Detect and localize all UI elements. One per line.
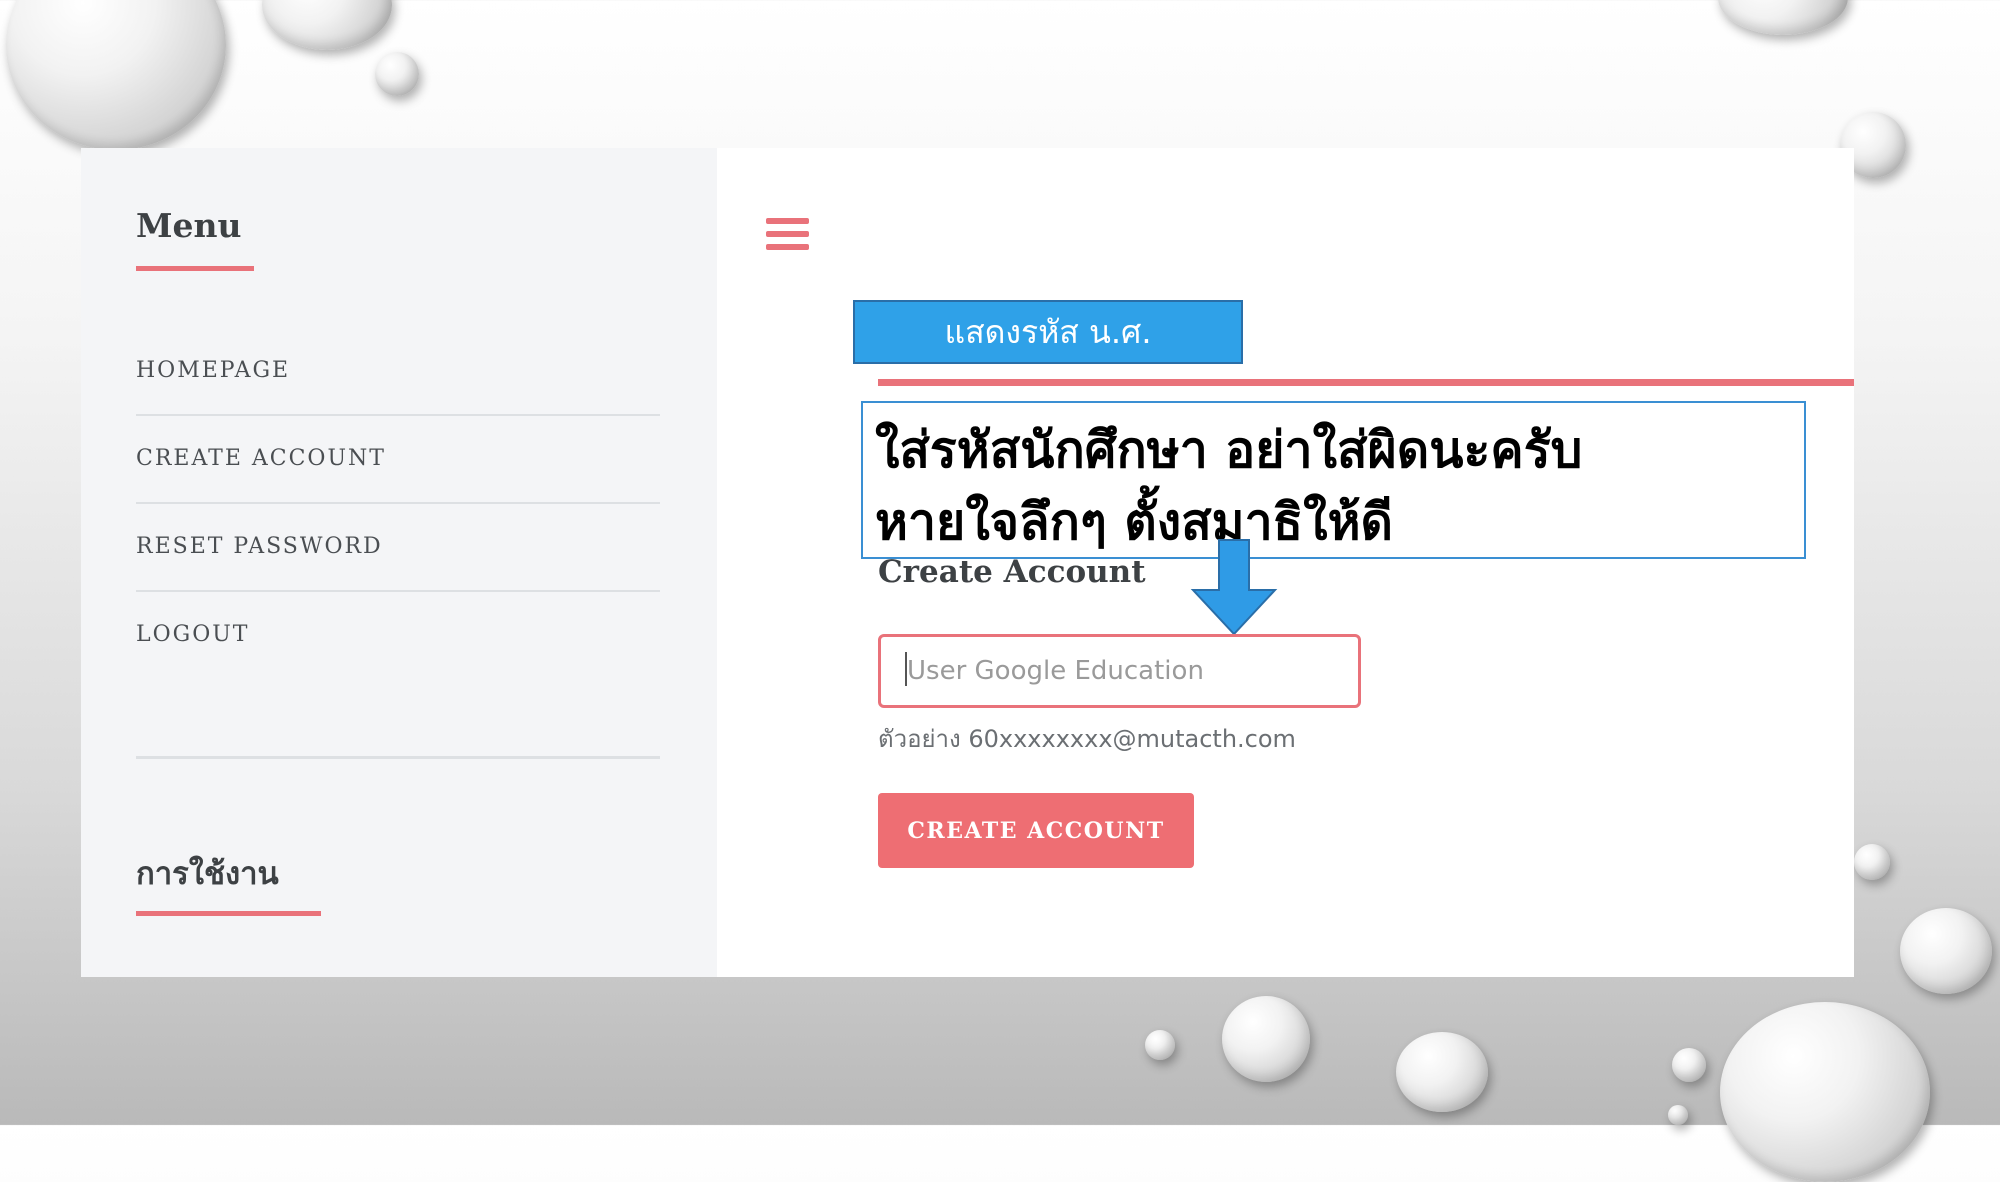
water-drop-decoration [1145,1030,1175,1060]
app-screenshot: Menu HOMEPAGE CREATE ACCOUNT RESET PASSW… [81,148,1854,977]
sidebar: Menu HOMEPAGE CREATE ACCOUNT RESET PASSW… [81,148,717,977]
water-drop-decoration [1222,996,1310,1082]
header-accent-rule [878,379,1854,386]
water-drop-decoration [1668,1105,1688,1125]
water-drop-decoration [262,0,392,50]
water-drop-decoration [6,0,226,150]
sidebar-divider [136,756,660,759]
sidebar-item-create-account[interactable]: CREATE ACCOUNT [136,416,660,504]
callout-line-1: ใส่รหัสนักศึกษา อย่าใส่ผิดนะครับ [875,421,1583,479]
sidebar-item-homepage[interactable]: HOMEPAGE [136,328,660,416]
sidebar-title: Menu [136,206,242,245]
text-cursor [905,652,907,686]
water-drop-decoration [1720,1002,1930,1182]
sidebar-item-label: LOGOUT [136,622,250,647]
student-id-label: แสดงรหัส น.ศ. [853,300,1243,364]
input-helper-text: ตัวอย่าง 60xxxxxxxx@mutacth.com [878,725,1296,753]
sidebar-item-reset-password[interactable]: RESET PASSWORD [136,504,660,592]
water-drop-decoration [1396,1032,1488,1112]
water-drop-decoration [1854,844,1890,880]
sidebar-item-label: HOMEPAGE [136,358,291,383]
hamburger-icon[interactable] [766,218,809,258]
create-account-button[interactable]: CREATE ACCOUNT [878,793,1194,868]
callout-line-2: หายใจลึกๆ ตั้งสมาธิให้ดี [875,493,1394,551]
water-drop-decoration [375,52,419,96]
email-input[interactable] [878,634,1361,708]
sidebar-item-logout[interactable]: LOGOUT [136,592,660,680]
sidebar-title-underline [136,266,254,271]
sidebar-item-label: CREATE ACCOUNT [136,446,386,471]
sidebar-item-label: RESET PASSWORD [136,534,383,559]
instruction-callout: ใส่รหัสนักศึกษา อย่าใส่ผิดนะครับ หายใจลึ… [861,401,1806,559]
water-drop-decoration [1900,908,1992,994]
water-drop-decoration [1672,1048,1706,1082]
water-drop-decoration [1718,0,1848,35]
usage-title-underline [136,911,321,916]
usage-section-title: การใช้งาน [136,856,279,892]
arrow-down-icon [1190,539,1278,636]
